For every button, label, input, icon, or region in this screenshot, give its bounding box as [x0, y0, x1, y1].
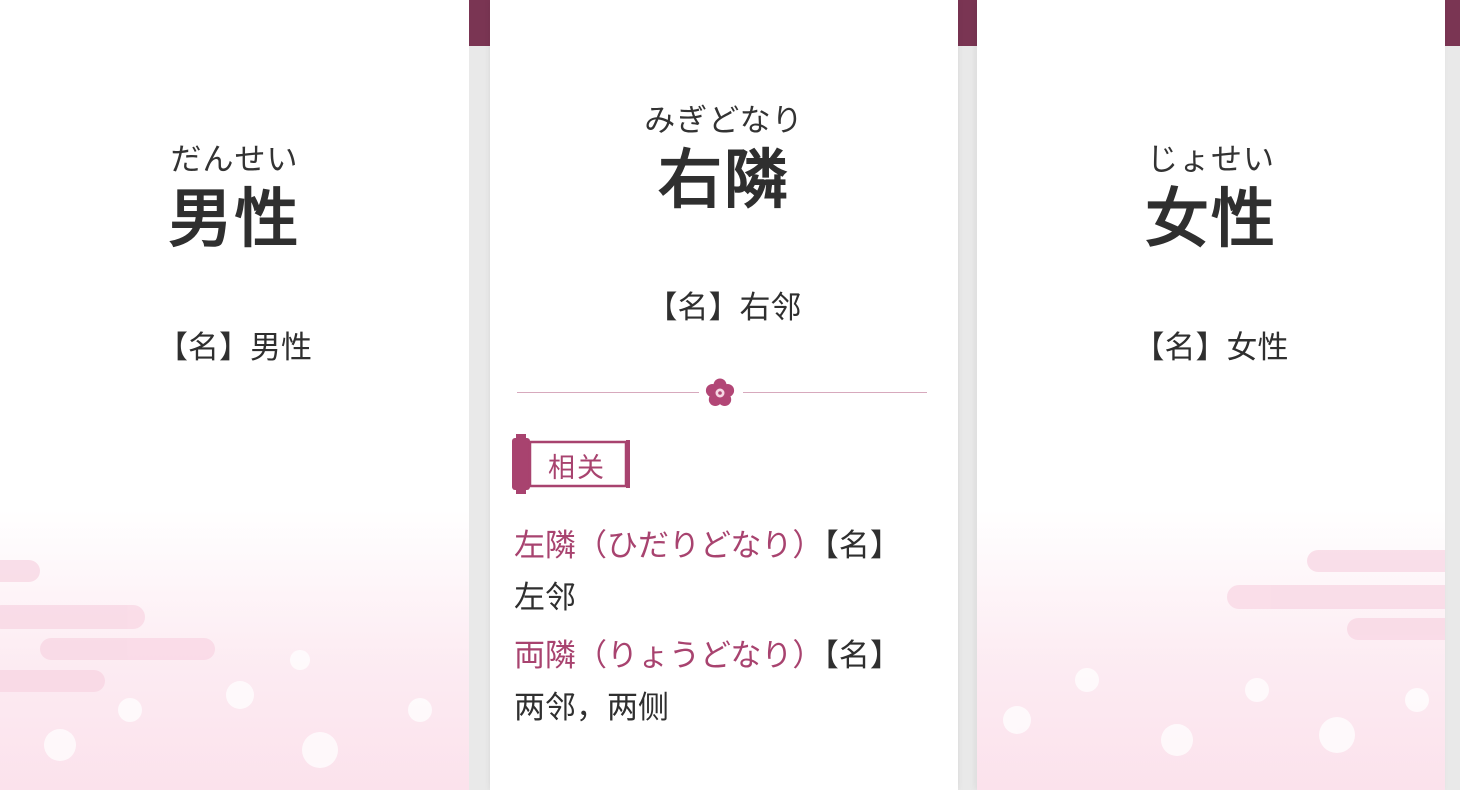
related-section-tag: 相关: [512, 434, 632, 494]
reading: みぎどなり: [644, 103, 804, 139]
related-word-link[interactable]: 両隣（りょうどなり）: [514, 638, 823, 674]
related-item: 左隣（ひだりどなり）【名】 左邻: [514, 520, 944, 624]
related-list: 左隣（ひだりどなり）【名】 左邻 両隣（りょうどなり）【名】 两邻，两侧: [514, 520, 944, 740]
word-card-right[interactable]: じょせい 女性 【名】女性: [977, 0, 1445, 790]
headword: 右隣: [658, 144, 790, 218]
word-heading: みぎどなり 右隣: [490, 103, 958, 218]
sakura-flower-icon: [705, 378, 735, 412]
card-carousel[interactable]: だんせい 男性 【名】男性 みぎどなり 右隣 【名】右邻 相关 左隣（ひだりどな…: [0, 0, 1460, 790]
related-item: 両隣（りょうどなり）【名】 两邻，两侧: [514, 630, 944, 734]
related-meaning: 左邻: [514, 580, 576, 616]
word-heading: だんせい 男性: [0, 142, 469, 257]
related-word-link[interactable]: 左隣（ひだりどなり）: [514, 528, 823, 564]
headword: 男性: [168, 183, 301, 257]
meaning: 【名】男性: [157, 330, 312, 366]
reading: じょせい: [1147, 142, 1275, 178]
divider-line: [517, 392, 699, 393]
word-heading: じょせい 女性: [977, 142, 1445, 257]
header-strip: [469, 0, 490, 46]
word-card-middle[interactable]: みぎどなり 右隣 【名】右邻 相关 左隣（ひだりどなり）【名】 左邻 両隣（りょ…: [490, 0, 958, 790]
section-divider: [517, 378, 927, 408]
meaning: 【名】右邻: [646, 290, 802, 326]
part-of-speech: 【名】: [823, 638, 901, 674]
sakura-background: [0, 510, 469, 790]
word-card-left[interactable]: だんせい 男性 【名】男性: [0, 0, 469, 790]
part-of-speech: 【名】: [823, 528, 901, 564]
reading: だんせい: [170, 142, 299, 178]
related-label: 相关: [548, 453, 606, 484]
meaning: 【名】女性: [1133, 330, 1289, 366]
divider-line: [743, 392, 927, 393]
headword: 女性: [1145, 183, 1277, 257]
related-meaning: 两邻，两侧: [514, 690, 669, 726]
header-strip: [958, 0, 977, 46]
header-strip: [1445, 0, 1460, 46]
sakura-background: [977, 510, 1445, 790]
